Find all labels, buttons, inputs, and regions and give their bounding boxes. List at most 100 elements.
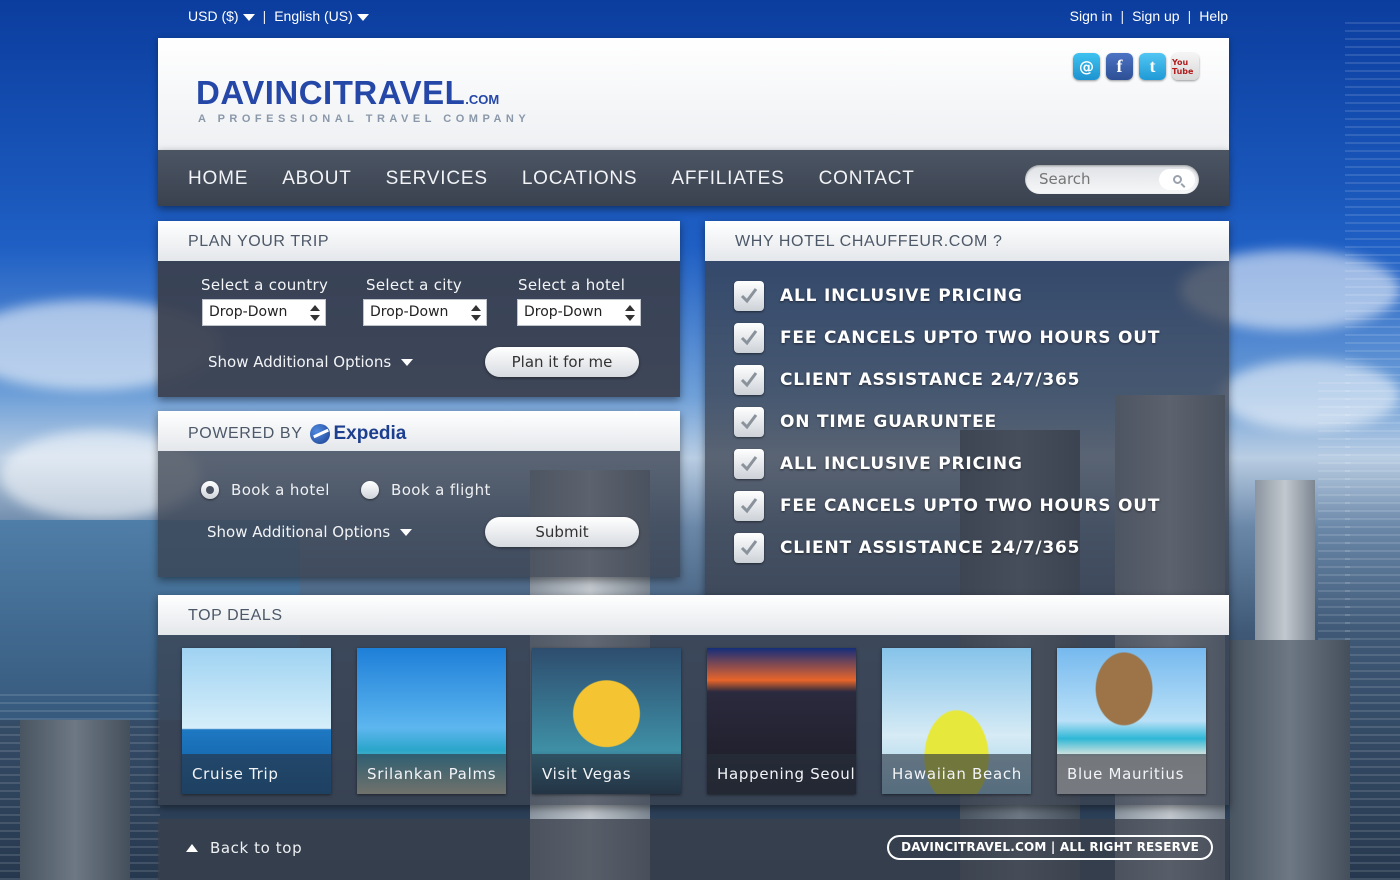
expedia-globe-icon <box>310 424 331 444</box>
arrow-up-icon <box>186 844 198 852</box>
deal-caption: Visit Vegas <box>532 754 681 794</box>
chevron-down-icon <box>356 13 369 21</box>
show-additional-options[interactable]: Show Additional Options <box>207 523 413 541</box>
nav-item-affiliates[interactable]: AFFILIATES <box>671 168 784 190</box>
deal-caption: Blue Mauritius <box>1057 754 1206 794</box>
radio-label: Book a flight <box>391 481 491 499</box>
search-input[interactable] <box>1039 170 1149 188</box>
updown-arrows-icon <box>310 305 320 321</box>
youtube-icon[interactable]: You Tube <box>1172 53 1199 80</box>
why-item: ALL INCLUSIVE PRICING <box>734 275 1160 317</box>
why-item-label: FEE CANCELS UPTO TWO HOURS OUT <box>780 496 1161 516</box>
expedia-logo: Expedia <box>310 423 406 445</box>
separator: | <box>1120 8 1125 24</box>
country-dropdown[interactable]: Drop-Down <box>202 299 326 326</box>
deal-card-visit-vegas[interactable]: Visit Vegas <box>532 648 681 794</box>
expedia-wordmark: Expedia <box>333 423 407 444</box>
deal-card-cruise-trip[interactable]: Cruise Trip <box>182 648 331 794</box>
deal-card-srilankan-palms[interactable]: Srilankan Palms <box>357 648 506 794</box>
social-links: @ f t You Tube <box>1073 53 1199 80</box>
nav-item-contact[interactable]: CONTACT <box>819 168 915 190</box>
dropdown-value: Drop-Down <box>524 304 603 320</box>
search-box <box>1025 165 1199 194</box>
email-icon[interactable]: @ <box>1073 53 1100 80</box>
site-footer: Back to top DAVINCITRAVEL.COM | ALL RIGH… <box>158 819 1229 880</box>
checkmark-icon <box>734 281 764 311</box>
search-button[interactable] <box>1159 169 1195 190</box>
facebook-icon[interactable]: f <box>1106 53 1133 80</box>
city-dropdown[interactable]: Drop-Down <box>363 299 487 326</box>
show-additional-options[interactable]: Show Additional Options <box>208 353 414 371</box>
radio-selected-icon <box>201 481 219 499</box>
why-item-label: ALL INCLUSIVE PRICING <box>780 286 1023 306</box>
help-link[interactable]: Help <box>1199 8 1228 24</box>
powered-by-label: POWERED BY <box>188 425 303 443</box>
radio-book-flight[interactable]: Book a flight <box>361 481 491 499</box>
sign-up-link[interactable]: Sign up <box>1132 8 1179 24</box>
deal-card-hawaiian-beach[interactable]: Hawaiian Beach <box>882 648 1031 794</box>
why-item-label: FEE CANCELS UPTO TWO HOURS OUT <box>780 328 1161 348</box>
top-utility-bar: USD ($) | English (US) Sign in | Sign up… <box>188 8 1228 28</box>
nav-item-about[interactable]: ABOUT <box>282 168 351 190</box>
nav-item-home[interactable]: HOME <box>188 168 248 190</box>
radio-label: Book a hotel <box>231 481 330 499</box>
updown-arrows-icon <box>471 305 481 321</box>
logo-wordmark: DAVINCITRAVEL <box>196 74 466 111</box>
logo-suffix: .COM <box>465 92 500 107</box>
updown-arrows-icon <box>625 305 635 321</box>
deal-card-happening-seoul[interactable]: Happening Seoul <box>707 648 856 794</box>
panel-title: TOP DEALS <box>158 595 1229 635</box>
nav-item-locations[interactable]: LOCATIONS <box>522 168 638 190</box>
back-to-top-link[interactable]: Back to top <box>186 839 302 857</box>
checkmark-icon <box>734 533 764 563</box>
copyright-badge: DAVINCITRAVEL.COM | ALL RIGHT RESERVE <box>887 835 1213 860</box>
why-item-label: ALL INCLUSIVE PRICING <box>780 454 1023 474</box>
plan-it-button[interactable]: Plan it for me <box>485 347 639 377</box>
site-logo[interactable]: DAVINCITRAVEL.COM A PROFESSIONAL TRAVEL … <box>196 74 530 125</box>
language-selector[interactable]: English (US) <box>274 8 369 24</box>
chevron-down-icon <box>401 358 414 366</box>
main-navigation: HOME ABOUT SERVICES LOCATIONS AFFILIATES… <box>158 150 1229 206</box>
deal-caption: Cruise Trip <box>182 754 331 794</box>
separator: | <box>262 8 267 24</box>
radio-book-hotel[interactable]: Book a hotel <box>201 481 330 499</box>
checkmark-icon <box>734 323 764 353</box>
hotel-dropdown[interactable]: Drop-Down <box>517 299 641 326</box>
chevron-down-icon <box>400 528 413 536</box>
search-icon <box>1172 175 1182 184</box>
checkmark-icon <box>734 407 764 437</box>
why-item: CLIENT ASSISTANCE 24/7/365 <box>734 527 1160 569</box>
why-item: ALL INCLUSIVE PRICING <box>734 443 1160 485</box>
why-item: FEE CANCELS UPTO TWO HOURS OUT <box>734 485 1160 527</box>
chevron-down-icon <box>242 13 255 21</box>
why-item-label: ON TIME GUARUNTEE <box>780 412 997 432</box>
deal-list: Cruise Trip Srilankan Palms Visit Vegas … <box>182 648 1206 794</box>
checkmark-icon <box>734 491 764 521</box>
sign-in-link[interactable]: Sign in <box>1070 8 1113 24</box>
submit-button[interactable]: Submit <box>485 517 639 547</box>
more-options-label: Show Additional Options <box>208 353 392 371</box>
twitter-icon[interactable]: t <box>1139 53 1166 80</box>
why-item-label: CLIENT ASSISTANCE 24/7/365 <box>780 538 1081 558</box>
separator: | <box>1187 8 1192 24</box>
why-item: FEE CANCELS UPTO TWO HOURS OUT <box>734 317 1160 359</box>
panel-title: WHY HOTEL CHAUFFEUR.COM ? <box>705 221 1229 261</box>
deal-card-blue-mauritius[interactable]: Blue Mauritius <box>1057 648 1206 794</box>
why-item-label: CLIENT ASSISTANCE 24/7/365 <box>780 370 1081 390</box>
radio-unselected-icon <box>361 481 379 499</box>
panel-title: PLAN YOUR TRIP <box>158 221 680 261</box>
currency-selector[interactable]: USD ($) <box>188 8 255 24</box>
hotel-label: Select a hotel <box>518 276 626 294</box>
deal-caption: Srilankan Palms <box>357 754 506 794</box>
deal-caption: Happening Seoul <box>707 754 856 794</box>
logo-tagline: A PROFESSIONAL TRAVEL COMPANY <box>198 113 531 125</box>
checkmark-icon <box>734 365 764 395</box>
deal-caption: Hawaiian Beach <box>882 754 1031 794</box>
top-deals-panel: TOP DEALS Cruise Trip Srilankan Palms Vi… <box>158 595 1229 805</box>
more-options-label: Show Additional Options <box>207 523 391 541</box>
panel-title: POWERED BY Expedia <box>158 411 680 451</box>
site-header: DAVINCITRAVEL.COM A PROFESSIONAL TRAVEL … <box>158 38 1229 150</box>
dropdown-value: Drop-Down <box>370 304 449 320</box>
nav-item-services[interactable]: SERVICES <box>386 168 488 190</box>
country-label: Select a country <box>201 276 329 294</box>
